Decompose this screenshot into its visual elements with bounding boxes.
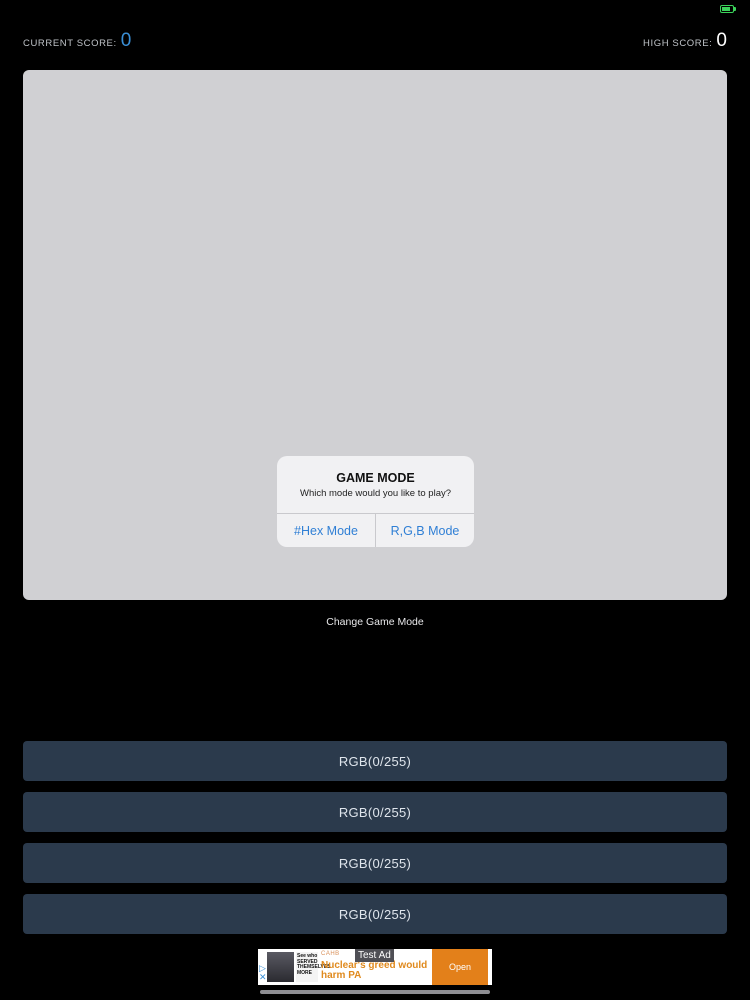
answer-button-2[interactable]: RGB(0/255) (23, 792, 727, 832)
high-score-label: HIGH SCORE: (643, 38, 713, 49)
change-game-mode-button[interactable]: Change Game Mode (0, 616, 750, 628)
answer-button-1[interactable]: RGB(0/255) (23, 741, 727, 781)
current-score-value: 0 (120, 30, 132, 51)
current-score: CURRENT SCORE: 0 (23, 30, 131, 52)
answer-button-4[interactable]: RGB(0/255) (23, 894, 727, 934)
ad-thumbnail-text: See who SERVED THEMSELVES MORE (297, 953, 331, 976)
dialog-actions: #Hex Mode R,G,B Mode (277, 513, 474, 547)
dialog-message: Which mode would you like to play? (299, 488, 452, 499)
ad-image (267, 952, 294, 982)
test-ad-label: Test Ad (355, 949, 394, 962)
high-score: HIGH SCORE: 0 (643, 30, 727, 52)
high-score-value: 0 (716, 30, 727, 51)
game-mode-dialog: GAME MODE Which mode would you like to p… (277, 456, 474, 547)
adchoices-icon[interactable]: ▷ ✕ (259, 964, 267, 982)
ad-thumbnail: See who SERVED THEMSELVES MORE (296, 952, 331, 982)
hex-mode-button[interactable]: #Hex Mode (277, 514, 375, 547)
current-score-label: CURRENT SCORE: (23, 38, 117, 49)
home-indicator[interactable] (260, 990, 490, 994)
answer-button-3[interactable]: RGB(0/255) (23, 843, 727, 883)
ad-open-button[interactable]: Open (432, 949, 488, 985)
battery-icon (720, 5, 736, 13)
ad-headline: Nuclear's greed would harm PA (321, 960, 428, 981)
rgb-mode-button[interactable]: R,G,B Mode (375, 514, 474, 547)
ad-brand: CAHB (321, 951, 340, 957)
ad-banner[interactable]: ▷ ✕ See who SERVED THEMSELVES MORE CAHB N… (258, 949, 492, 985)
dialog-title: GAME MODE (336, 471, 415, 485)
